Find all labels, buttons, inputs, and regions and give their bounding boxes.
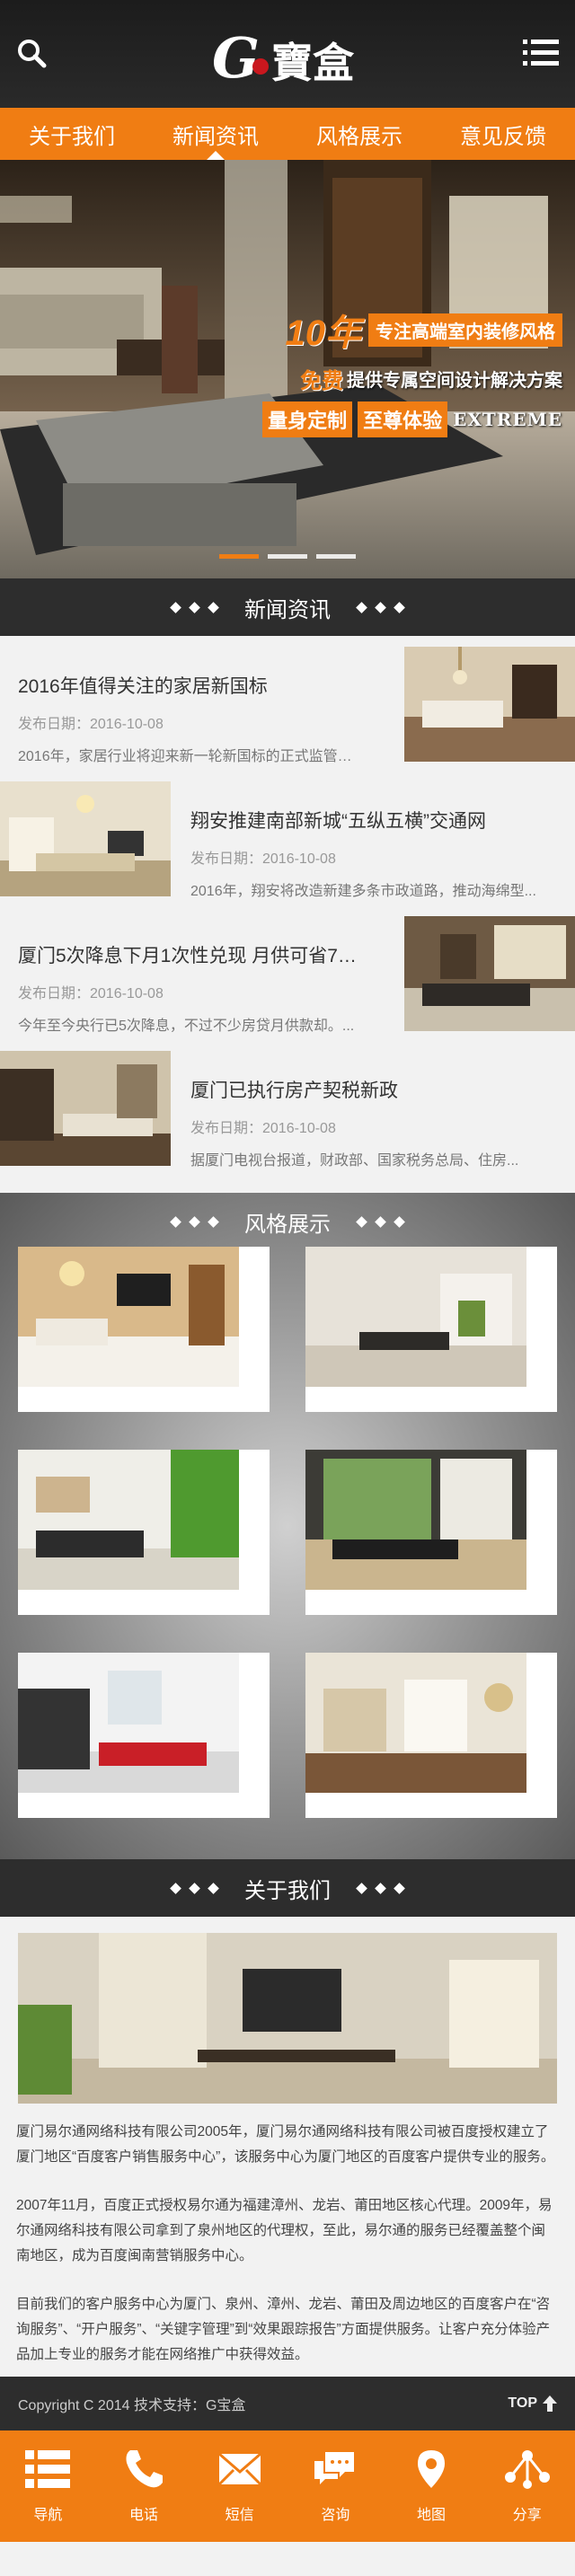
slider-dot[interactable] xyxy=(316,554,356,559)
mail-icon xyxy=(217,2452,261,2486)
news-title[interactable]: 2016年值得关注的家居新国标 xyxy=(18,672,359,699)
arrow-up-icon xyxy=(543,2395,557,2412)
svg-text:寶盒: 寶盒 xyxy=(271,39,355,87)
news-heading: 新闻资讯 xyxy=(0,578,575,636)
styles-heading: 风格展示 xyxy=(0,1193,575,1250)
menu-button[interactable] xyxy=(523,40,559,66)
style-card[interactable] xyxy=(18,1247,270,1412)
news-list: 2016年值得关注的家居新国标 发布日期：2016-10-08 2016年，家居… xyxy=(0,636,575,1175)
news-thumbnail[interactable] xyxy=(404,916,575,1031)
news-desc: 据厦门电视台报道，财政部、国家税务总局、住房... xyxy=(190,1153,519,1169)
news-desc: 2016年，翔安将改造新建多条市政道路，推动海绵型... xyxy=(190,884,536,899)
news-item[interactable]: 厦门5次降息下月1次性兑现 月供可省700元 发布日期：2016-10-08 今… xyxy=(0,905,575,1040)
phone-icon xyxy=(126,2450,163,2488)
diamond-decoration xyxy=(356,1882,405,1894)
style-card[interactable] xyxy=(305,1450,557,1615)
map-pin-icon xyxy=(418,2450,446,2488)
copyright-text: Copyright C 2014 技术支持：G宝盒 xyxy=(18,2398,246,2413)
promo-chip-custom: 量身定制 xyxy=(262,401,353,437)
promo-tag: 专注高端室内装修风格 xyxy=(368,313,562,347)
toolbar-sms-button[interactable]: 短信 xyxy=(191,2430,288,2542)
news-date: 发布日期：2016-10-08 xyxy=(190,1121,336,1136)
search-icon xyxy=(18,40,47,68)
style-card[interactable] xyxy=(305,1653,557,1818)
about-image xyxy=(18,1933,557,2104)
about-heading: 关于我们 xyxy=(0,1859,575,1917)
toolbar-label: 电话 xyxy=(129,2508,159,2523)
promo-extreme: EXTREME xyxy=(453,409,562,430)
slider-dots xyxy=(219,554,356,559)
page: G 寶盒 关于我们 新闻资讯 风格展示 意见反馈 10年 专注高端室内装修风格 … xyxy=(0,0,575,2576)
toolbar-phone-button[interactable]: 电话 xyxy=(96,2430,192,2542)
news-item[interactable]: 翔安推建南部新城“五纵五横”交通网 发布日期：2016-10-08 2016年，… xyxy=(0,771,575,905)
banner-slider[interactable]: 10年 专注高端室内装修风格 免费 提供专属空间设计解决方案 量身定制 至尊体验… xyxy=(0,160,575,578)
news-title[interactable]: 厦门已执行房产契税新政 xyxy=(190,1076,559,1103)
promo-years: 10年 xyxy=(285,313,362,353)
style-card[interactable] xyxy=(18,1653,270,1818)
nav-item-news[interactable]: 新闻资讯 xyxy=(144,108,288,160)
news-date: 发布日期：2016-10-08 xyxy=(18,717,164,732)
logo[interactable]: G 寶盒 xyxy=(207,22,368,93)
section-title: 风格展示 xyxy=(244,1212,331,1237)
toolbar-share-button[interactable]: 分享 xyxy=(479,2430,575,2542)
svg-text:G: G xyxy=(212,25,260,91)
header: G 寶盒 xyxy=(0,0,575,108)
chat-icon xyxy=(314,2452,355,2484)
about-section: 厦门易尔通网络科技有限公司2005年，厦门易尔通网络科技有限公司被百度授权建立了… xyxy=(0,1933,575,2377)
news-thumbnail[interactable] xyxy=(0,1051,171,1166)
news-thumbnail[interactable] xyxy=(404,647,575,762)
styles-grid xyxy=(18,1247,557,1818)
toolbar-consult-button[interactable]: 咨询 xyxy=(288,2430,384,2542)
toolbar-label: 咨询 xyxy=(321,2508,350,2523)
style-card[interactable] xyxy=(305,1247,557,1412)
news-thumbnail[interactable] xyxy=(0,781,171,896)
promo-line2: 提供专属空间设计解决方案 xyxy=(347,371,562,391)
news-desc: 今年至今央行已5次降息，不过不少房贷月供款却。... xyxy=(18,1019,355,1034)
promo-chip-experience: 至尊体验 xyxy=(358,401,448,437)
section-title: 新闻资讯 xyxy=(244,597,331,622)
diamond-decoration xyxy=(356,601,405,613)
toolbar-map-button[interactable]: 地图 xyxy=(384,2430,480,2542)
toolbar-label: 短信 xyxy=(225,2508,254,2523)
toolbar-label: 地图 xyxy=(417,2508,447,2523)
about-paragraph: 2007年11月，百度正式授权易尔通为福建漳州、龙岩、莆田地区核心代理。2009… xyxy=(16,2198,553,2263)
nav-item-about[interactable]: 关于我们 xyxy=(0,108,144,160)
list-icon xyxy=(25,2450,71,2488)
styles-section: 风格展示 xyxy=(0,1193,575,1859)
style-card[interactable] xyxy=(18,1450,270,1615)
news-date: 发布日期：2016-10-08 xyxy=(190,851,336,867)
about-paragraph: 目前我们的客户服务中心为厦门、泉州、漳州、龙岩、莆田及周边地区的百度客户在“咨询… xyxy=(16,2297,551,2362)
menu-icon xyxy=(523,40,559,66)
toolbar-nav-button[interactable]: 导航 xyxy=(0,2430,96,2542)
news-title[interactable]: 厦门5次降息下月1次性兑现 月供可省700元 xyxy=(18,941,359,968)
search-button[interactable] xyxy=(16,38,47,68)
about-paragraph: 厦门易尔通网络科技有限公司2005年，厦门易尔通网络科技有限公司被百度授权建立了… xyxy=(16,2124,555,2165)
news-item[interactable]: 2016年值得关注的家居新国标 发布日期：2016-10-08 2016年，家居… xyxy=(0,636,575,771)
slider-dot[interactable] xyxy=(219,554,259,559)
section-title: 关于我们 xyxy=(244,1878,331,1903)
footer: Copyright C 2014 技术支持：G宝盒 TOP xyxy=(0,2377,575,2430)
toolbar-label: 分享 xyxy=(512,2508,542,2523)
news-date: 发布日期：2016-10-08 xyxy=(18,986,164,1001)
diamond-decoration xyxy=(170,601,219,613)
toolbar-label: 导航 xyxy=(33,2508,63,2523)
news-desc: 2016年，家居行业将迎来新一轮新国标的正式监管。... xyxy=(18,749,359,764)
banner-promo: 10年 专注高端室内装修风格 免费 提供专属空间设计解决方案 量身定制 至尊体验… xyxy=(262,304,562,445)
news-item[interactable]: 厦门已执行房产契税新政 发布日期：2016-10-08 据厦门电视台报道，财政部… xyxy=(0,1040,575,1175)
slider-dot[interactable] xyxy=(268,554,307,559)
nav-item-styles[interactable]: 风格展示 xyxy=(288,108,431,160)
news-title[interactable]: 翔安推建南部新城“五纵五横”交通网 xyxy=(190,807,559,834)
diamond-decoration xyxy=(356,1215,405,1228)
share-icon xyxy=(504,2450,550,2489)
nav-item-feedback[interactable]: 意见反馈 xyxy=(431,108,575,160)
promo-free: 免费 xyxy=(300,369,343,393)
logo-mark: G 寶盒 xyxy=(212,25,355,91)
diamond-decoration xyxy=(170,1882,219,1894)
diamond-decoration xyxy=(170,1215,219,1228)
bottom-toolbar: 导航 电话 短信 咨询 地图 分享 xyxy=(0,2430,575,2542)
back-to-top-button[interactable]: TOP xyxy=(508,2395,557,2412)
main-nav: 关于我们 新闻资讯 风格展示 意见反馈 xyxy=(0,108,575,160)
top-label: TOP xyxy=(508,2395,537,2411)
